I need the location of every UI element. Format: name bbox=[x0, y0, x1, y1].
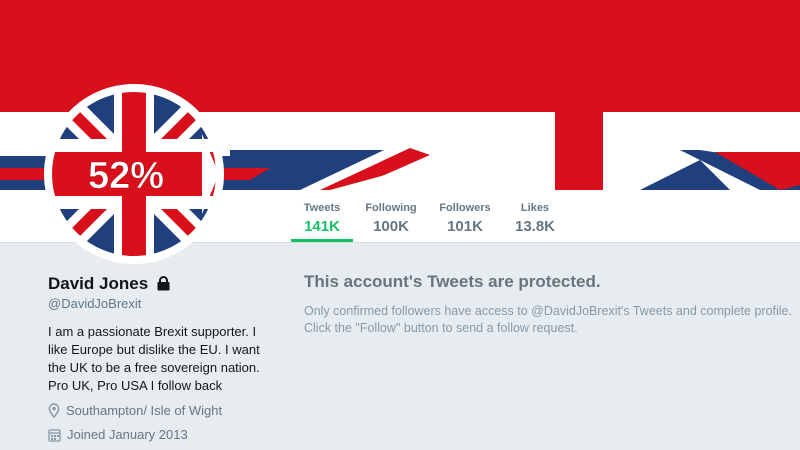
profile-name[interactable]: David Jones bbox=[48, 274, 148, 293]
protected-title: This account's Tweets are protected. bbox=[304, 272, 601, 291]
stat-followers[interactable]: Followers 101K bbox=[434, 190, 496, 242]
stat-likes-label: Likes bbox=[520, 202, 550, 214]
lock-icon bbox=[157, 276, 170, 296]
stat-tweets-label: Tweets bbox=[303, 202, 341, 214]
stat-followers-value: 101K bbox=[447, 218, 483, 235]
stat-likes-value: 13.8K bbox=[514, 218, 556, 235]
calendar-icon bbox=[48, 428, 61, 442]
avatar[interactable]: 52% bbox=[44, 84, 224, 264]
profile-bio: I am a passionate Brexit supporter. I li… bbox=[48, 324, 260, 393]
profile-joined: Joined January 2013 bbox=[48, 427, 188, 442]
stat-likes[interactable]: Likes 13.8K bbox=[504, 190, 566, 242]
profile-joined-text: Joined January 2013 bbox=[67, 427, 188, 442]
stat-following-label: Following bbox=[365, 202, 417, 214]
profile-handle[interactable]: @DavidJoBrexit bbox=[48, 296, 141, 311]
location-pin-icon bbox=[48, 403, 60, 418]
stat-following[interactable]: Following 100K bbox=[360, 190, 422, 242]
profile-location-text: Southampton/ Isle of Wight bbox=[66, 403, 223, 418]
avatar-badge-text: 52% bbox=[88, 155, 164, 197]
stat-following-value: 100K bbox=[373, 218, 409, 235]
stat-tweets[interactable]: Tweets 141K bbox=[291, 190, 353, 242]
protected-message: Only confirmed followers have access to … bbox=[304, 304, 792, 335]
profile-location: Southampton/ Isle of Wight bbox=[48, 403, 222, 418]
stat-tweets-value: 141K bbox=[304, 218, 340, 235]
stat-followers-label: Followers bbox=[439, 202, 491, 214]
profile-name-row: David Jones bbox=[48, 274, 170, 296]
